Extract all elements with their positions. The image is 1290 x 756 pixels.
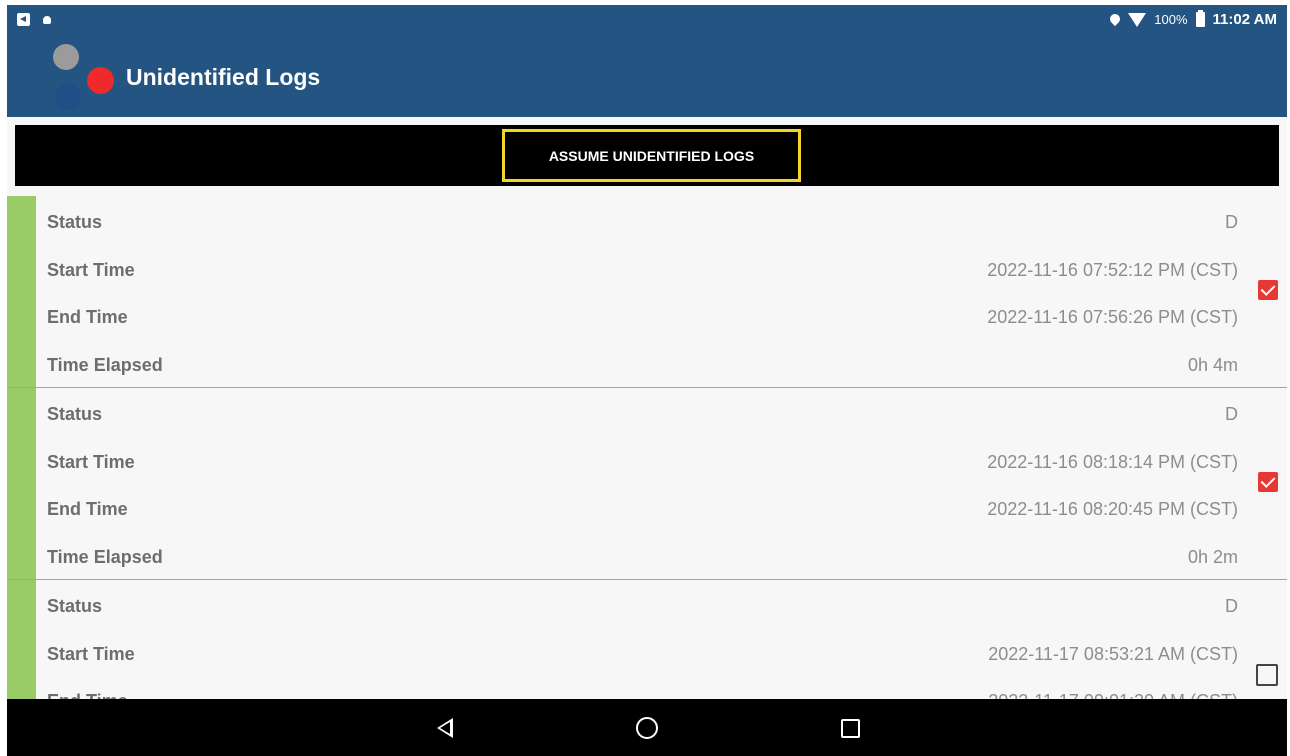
back-icon[interactable]: [437, 718, 453, 738]
location-pin-icon: [1108, 11, 1123, 26]
select-log-checkbox[interactable]: [1258, 280, 1278, 300]
recent-apps-icon[interactable]: [841, 719, 860, 738]
log-list[interactable]: Status D Start Time 2022-11-16 07:52:12 …: [7, 196, 1287, 699]
status-color-bar: [7, 388, 36, 579]
app-logo-icon: [53, 42, 117, 112]
status-row: Status D: [47, 402, 1238, 426]
status-value: D: [1225, 211, 1238, 232]
status-row: Status D: [47, 210, 1238, 234]
app-notification-icon: [17, 13, 30, 26]
status-row: Status D: [47, 594, 1238, 618]
end-time-value: 2022-11-16 08:20:45 PM (CST): [987, 498, 1238, 519]
status-label: Status: [47, 403, 103, 424]
time-elapsed-row: Time Elapsed 0h 4m: [47, 353, 1238, 377]
navigation-bar: [7, 699, 1287, 756]
action-bar: ASSUME UNIDENTIFIED LOGS: [15, 125, 1279, 186]
start-time-row: Start Time 2022-11-17 08:53:21 AM (CST): [47, 642, 1238, 666]
status-color-bar: [7, 580, 36, 699]
log-entry[interactable]: Status D Start Time 2022-11-16 08:18:14 …: [7, 388, 1287, 580]
status-bar: 100% 11:02 AM: [7, 5, 1287, 37]
time-elapsed-value: 0h 4m: [1187, 354, 1238, 375]
status-value: D: [1225, 595, 1238, 616]
time-elapsed-value: 0h 2m: [1187, 546, 1238, 567]
log-entry[interactable]: Status D Start Time 2022-11-16 07:52:12 …: [7, 196, 1287, 388]
start-time-label: Start Time: [47, 643, 135, 664]
end-time-row: End Time 2022-11-16 08:20:45 PM (CST): [47, 497, 1238, 521]
status-label: Status: [47, 211, 103, 232]
battery-icon: [1195, 10, 1205, 27]
time-elapsed-row: Time Elapsed 0h 2m: [47, 545, 1238, 569]
start-time-row: Start Time 2022-11-16 08:18:14 PM (CST): [47, 450, 1238, 474]
notification-icons: [17, 13, 52, 26]
select-log-checkbox[interactable]: [1256, 664, 1278, 686]
end-time-label: End Time: [47, 498, 128, 519]
start-time-label: Start Time: [47, 259, 135, 280]
screen: 100% 11:02 AM Unidentified Logs ASSUME U…: [7, 5, 1287, 756]
wifi-icon: [1128, 12, 1147, 27]
status-label: Status: [47, 595, 103, 616]
end-time-row: End Time 2022-11-16 07:56:26 PM (CST): [47, 305, 1238, 329]
end-time-value: 2022-11-16 07:56:26 PM (CST): [987, 306, 1238, 327]
assume-unidentified-logs-button[interactable]: ASSUME UNIDENTIFIED LOGS: [502, 129, 801, 182]
end-time-label: End Time: [47, 306, 128, 327]
bell-notification-icon: [42, 14, 52, 26]
status-color-bar: [7, 196, 36, 387]
clock: 11:02 AM: [1212, 11, 1277, 28]
time-elapsed-label: Time Elapsed: [47, 546, 163, 567]
system-icons: 100% 11:02 AM: [1108, 10, 1277, 28]
home-icon[interactable]: [636, 717, 658, 739]
app-bar: Unidentified Logs: [7, 37, 1287, 117]
page-title: Unidentified Logs: [126, 64, 321, 90]
battery-percent: 100%: [1154, 12, 1188, 27]
start-time-value: 2022-11-16 07:52:12 PM (CST): [987, 259, 1238, 280]
time-elapsed-label: Time Elapsed: [47, 354, 163, 375]
end-time-label: End Time: [47, 691, 128, 700]
start-time-value: 2022-11-16 08:18:14 PM (CST): [987, 451, 1238, 472]
end-time-value: 2022-11-17 09:01:20 AM (CST): [988, 691, 1238, 700]
status-value: D: [1225, 403, 1238, 424]
select-log-checkbox[interactable]: [1258, 472, 1278, 492]
end-time-row: End Time 2022-11-17 09:01:20 AM (CST): [47, 689, 1238, 700]
start-time-row: Start Time 2022-11-16 07:52:12 PM (CST): [47, 258, 1238, 282]
log-entry[interactable]: Status D Start Time 2022-11-17 08:53:21 …: [7, 580, 1287, 699]
start-time-value: 2022-11-17 08:53:21 AM (CST): [988, 643, 1238, 664]
start-time-label: Start Time: [47, 451, 135, 472]
